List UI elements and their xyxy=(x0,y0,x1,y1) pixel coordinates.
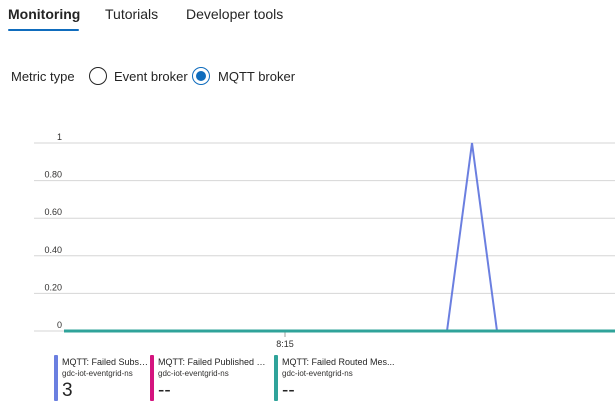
y-tick-label: 1 xyxy=(57,132,62,142)
event-broker-radio[interactable] xyxy=(89,67,107,85)
tab-tutorials[interactable]: Tutorials xyxy=(105,5,158,23)
y-tick-label: 0.40 xyxy=(44,245,62,255)
series-line-1 xyxy=(64,142,615,332)
legend-color-swatch xyxy=(274,355,278,401)
legend-series-value: -- xyxy=(282,380,295,401)
legend-series-value: 3 xyxy=(62,380,73,401)
tab-monitoring[interactable]: Monitoring xyxy=(8,5,80,23)
legend-item-failed-subscriptions[interactable]: MQTT: Failed Subscription... gdc-iot-eve… xyxy=(54,355,149,401)
y-tick-label: 0.60 xyxy=(44,207,62,217)
line-chart-svg: 1 0.80 0.60 0.40 0.20 0 8:15 xyxy=(34,132,615,349)
metrics-chart: 1 0.80 0.60 0.40 0.20 0 8:15 xyxy=(0,120,615,350)
event-broker-label[interactable]: Event broker xyxy=(114,69,188,85)
x-tick-label: 8:15 xyxy=(276,339,294,349)
active-tab-indicator xyxy=(8,29,79,31)
metric-type-label: Metric type xyxy=(11,69,75,84)
mqtt-broker-radio[interactable] xyxy=(192,67,210,85)
y-tick-label: 0.20 xyxy=(44,282,62,292)
chart-legend: MQTT: Failed Subscription... gdc-iot-eve… xyxy=(54,355,614,415)
legend-item-failed-published[interactable]: MQTT: Failed Published M... gdc-iot-even… xyxy=(150,355,272,401)
mqtt-broker-label[interactable]: MQTT broker xyxy=(218,69,295,85)
legend-color-swatch xyxy=(150,355,154,401)
legend-resource-name: gdc-iot-eventgrid-ns xyxy=(62,369,133,378)
y-tick-label: 0.80 xyxy=(44,170,62,180)
y-tick-label: 0 xyxy=(57,320,62,330)
legend-resource-name: gdc-iot-eventgrid-ns xyxy=(282,369,353,378)
legend-series-name: MQTT: Failed Published M... xyxy=(158,357,270,367)
legend-resource-name: gdc-iot-eventgrid-ns xyxy=(158,369,229,378)
legend-color-swatch xyxy=(54,355,58,401)
legend-item-failed-routed[interactable]: MQTT: Failed Routed Mes... gdc-iot-event… xyxy=(274,355,404,401)
tab-developer-tools[interactable]: Developer tools xyxy=(186,5,283,23)
legend-series-value: -- xyxy=(158,380,171,401)
legend-series-name: MQTT: Failed Routed Mes... xyxy=(282,357,395,367)
tab-bar: Monitoring Tutorials Developer tools xyxy=(0,0,615,32)
legend-series-name: MQTT: Failed Subscription... xyxy=(62,357,149,367)
metric-type-radio-group: Metric type Event broker MQTT broker xyxy=(11,66,411,88)
